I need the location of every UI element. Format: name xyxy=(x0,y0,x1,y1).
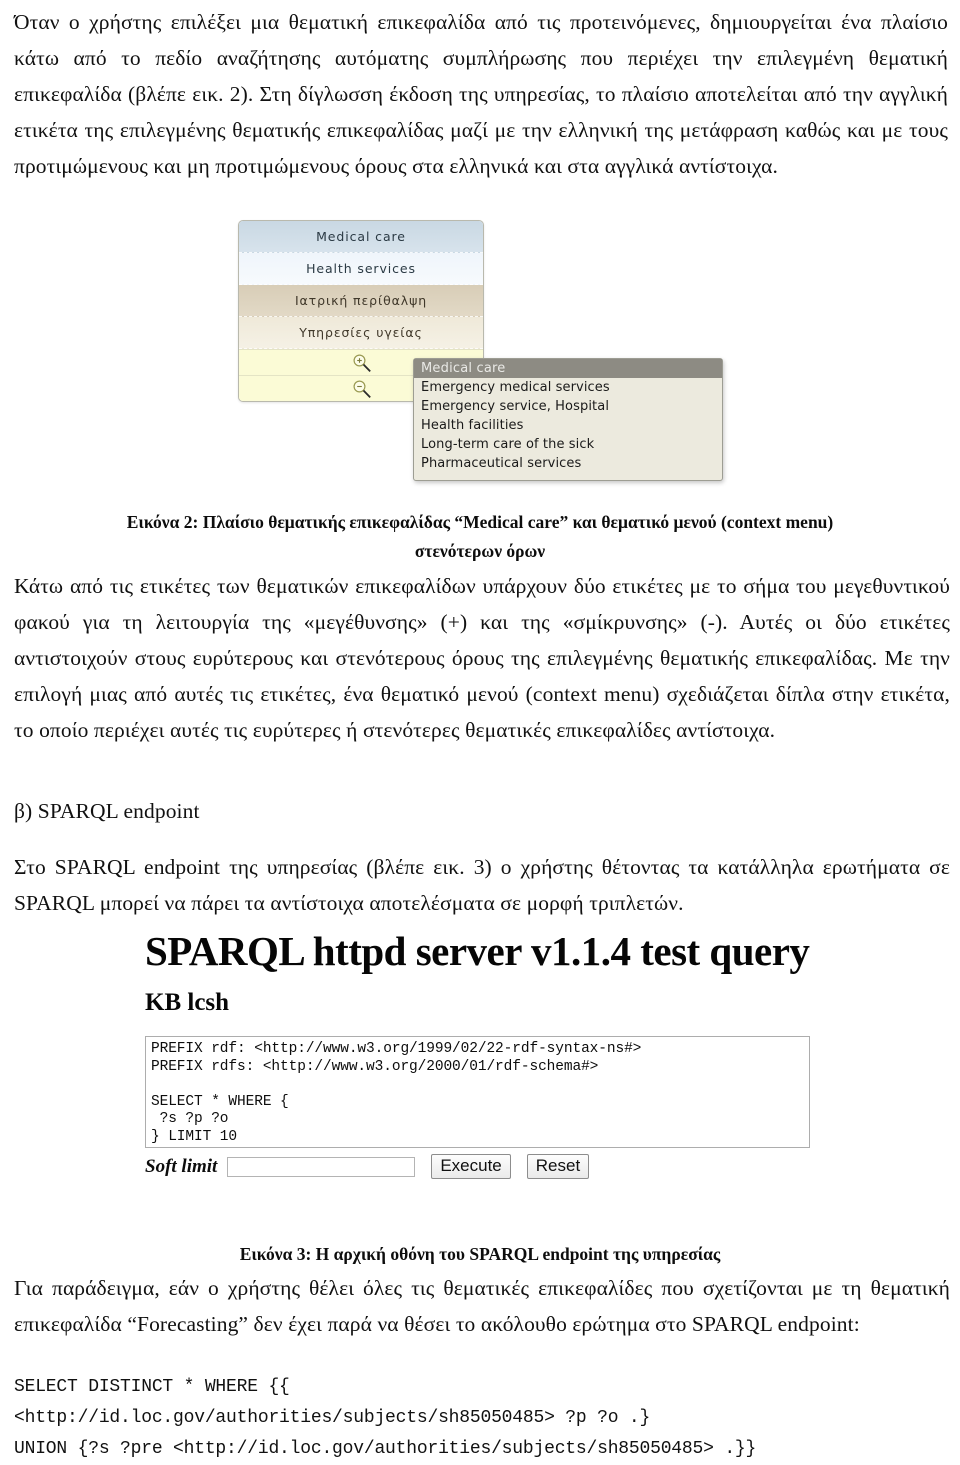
figure-3-caption: Εικόνα 3: Η αρχική οθόνη του SPARQL endp… xyxy=(239,1244,721,1264)
context-menu-header: Medical care xyxy=(414,359,722,378)
sparql-form-controls: Soft limit Execute Reset xyxy=(145,1154,825,1179)
execute-button[interactable]: Execute xyxy=(431,1154,511,1179)
sparql-query-text: PREFIX rdf: <http://www.w3.org/1999/02/2… xyxy=(151,1041,642,1145)
sparql-kb-heading: KB lcsh xyxy=(145,989,230,1016)
autocomplete-row-health-services[interactable]: Health services xyxy=(239,253,483,285)
figure-2-caption-line-1: Εικόνα 2: Πλαίσιο θεματικής επικεφαλίδας… xyxy=(126,512,834,532)
paragraph-sparql-intro: Στο SPARQL endpoint της υπηρεσίας (βλέπε… xyxy=(14,855,950,915)
section-heading-sparql-endpoint: β) SPARQL endpoint xyxy=(14,799,200,823)
sparql-server-title: SPARQL httpd server v1.1.4 test query xyxy=(145,928,810,974)
context-menu-item[interactable]: Long-term care of the sick xyxy=(414,435,722,454)
figure-2-caption-line-2: στενότερων όρων xyxy=(414,541,546,561)
sparql-example-code-block: SELECT DISTINCT * WHERE {{ <http://id.lo… xyxy=(14,1377,757,1459)
reset-button[interactable]: Reset xyxy=(526,1154,590,1179)
soft-limit-input[interactable] xyxy=(227,1156,416,1177)
paragraph-intro: Όταν ο χρήστης επιλέξει μια θεματική επι… xyxy=(14,10,948,178)
sparql-query-textarea[interactable]: PREFIX rdf: <http://www.w3.org/1999/02/2… xyxy=(145,1036,810,1148)
paragraph-zoom-labels: Κάτω από τις ετικέτες των θεματικών επικ… xyxy=(14,574,950,742)
autocomplete-row-ypiresies-ygeias[interactable]: Υπηρεσίες υγείας xyxy=(239,317,483,349)
document-page: Όταν ο χρήστης επιλέξει μια θεματική επι… xyxy=(0,0,960,1459)
context-menu-item[interactable]: Emergency service, Hospital xyxy=(414,397,722,416)
soft-limit-label: Soft limit xyxy=(145,1155,218,1177)
paragraph-forecasting-example: Για παράδειγμα, εάν ο χρήστης θέλει όλες… xyxy=(14,1276,950,1336)
resize-handle-icon[interactable] xyxy=(796,1135,807,1146)
magnifier-minus-icon[interactable] xyxy=(352,379,372,399)
autocomplete-row-iatriki-perithalpsi[interactable]: Ιατρική περίθαλψη xyxy=(239,285,483,317)
context-menu-item[interactable]: Pharmaceutical services xyxy=(414,454,722,473)
figure-2-screenshot: Medical care Health services Ιατρική περ… xyxy=(238,220,728,495)
figure-3-screenshot: SPARQL httpd server v1.1.4 test query KB… xyxy=(145,928,825,1183)
autocomplete-row-medical-care[interactable]: Medical care xyxy=(239,221,483,253)
context-menu-item[interactable]: Health facilities xyxy=(414,416,722,435)
magnifier-plus-icon[interactable] xyxy=(352,353,372,373)
context-menu-narrower-terms: Medical care Emergency medical services … xyxy=(413,358,723,481)
context-menu-item[interactable]: Emergency medical services xyxy=(414,378,722,397)
